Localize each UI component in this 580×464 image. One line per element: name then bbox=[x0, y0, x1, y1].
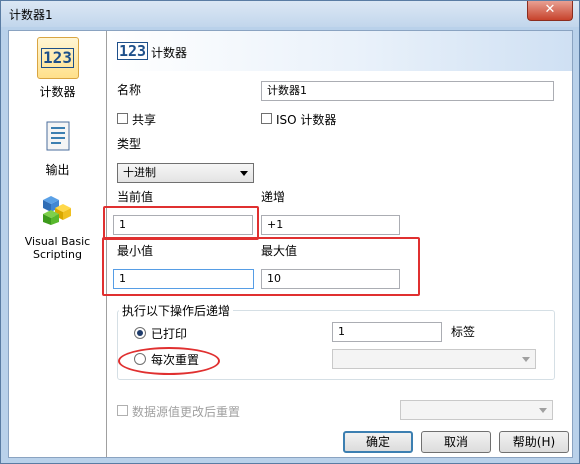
type-label: 类型 bbox=[117, 137, 142, 151]
page-title: 计数器 bbox=[151, 46, 188, 60]
vbscript-icon bbox=[37, 189, 79, 231]
datasource-reset-checkbox[interactable] bbox=[117, 405, 128, 416]
name-label: 名称 bbox=[117, 83, 142, 97]
type-select-value: 十进制 bbox=[123, 166, 156, 179]
current-value-label: 当前值 bbox=[117, 190, 154, 204]
main-panel: 123 计数器 名称 计数器1 共享 ISO 计数器 类型 十进制 当前值 递增… bbox=[107, 31, 572, 457]
iso-counter-checkbox[interactable] bbox=[261, 113, 272, 124]
shared-label: 共享 bbox=[132, 113, 157, 127]
ok-button[interactable]: 确定 bbox=[343, 431, 413, 453]
reset-label: 每次重置 bbox=[151, 353, 200, 367]
type-select[interactable]: 十进制 bbox=[117, 163, 254, 183]
min-value-label: 最小值 bbox=[117, 244, 154, 258]
max-value-label: 最大值 bbox=[261, 244, 298, 258]
chevron-down-icon bbox=[240, 171, 248, 176]
reset-select[interactable] bbox=[332, 349, 536, 369]
sidebar-item-vbscript[interactable]: Visual Basic Scripting bbox=[9, 189, 106, 261]
name-field[interactable]: 计数器1 bbox=[261, 81, 554, 101]
increment-label: 递增 bbox=[261, 190, 286, 204]
chevron-down-icon bbox=[522, 357, 530, 362]
current-value-field[interactable]: 1 bbox=[113, 215, 253, 235]
sidebar: 123 计数器 输出 Visual Basic Scripting bbox=[9, 31, 107, 457]
printed-label: 已打印 bbox=[151, 327, 188, 341]
increment-field[interactable]: +1 bbox=[261, 215, 400, 235]
chevron-down-icon bbox=[539, 408, 547, 413]
sidebar-item-label: 输出 bbox=[45, 163, 70, 177]
iso-counter-label: ISO 计数器 bbox=[276, 113, 337, 127]
sidebar-item-label: Visual Basic Scripting bbox=[24, 235, 91, 261]
dialog-client: 123 计数器 输出 Visual Basic Scripting 123 计数… bbox=[8, 30, 573, 458]
help-button[interactable]: 帮助(H) bbox=[499, 431, 569, 453]
printed-count-field[interactable]: 1 bbox=[332, 322, 442, 342]
counter-icon: 123 bbox=[117, 42, 149, 60]
tag-label: 标签 bbox=[451, 325, 476, 339]
shared-checkbox[interactable] bbox=[117, 113, 128, 124]
increment-group bbox=[117, 310, 555, 380]
datasource-reset-label: 数据源值更改后重置 bbox=[132, 405, 241, 419]
sidebar-item-counter[interactable]: 123 计数器 bbox=[9, 37, 106, 100]
increment-group-title: 执行以下操作后递增 bbox=[119, 302, 234, 319]
close-button[interactable]: ✕ bbox=[527, 1, 573, 21]
panel-header: 123 计数器 bbox=[107, 31, 572, 71]
max-value-field[interactable]: 10 bbox=[261, 269, 400, 289]
min-value-field[interactable]: 1 bbox=[113, 269, 254, 289]
sidebar-item-label: 计数器 bbox=[39, 85, 76, 99]
cancel-button[interactable]: 取消 bbox=[421, 431, 491, 453]
datasource-select[interactable] bbox=[400, 400, 553, 420]
printed-radio[interactable] bbox=[134, 327, 146, 339]
window-title: 计数器1 bbox=[9, 8, 53, 22]
dialog-window: 计数器1 ✕ 123 计数器 输出 Visual Basic Scripting… bbox=[0, 0, 580, 464]
output-icon bbox=[37, 115, 79, 157]
counter-icon: 123 bbox=[36, 37, 79, 79]
reset-radio[interactable] bbox=[134, 353, 146, 365]
sidebar-item-output[interactable]: 输出 bbox=[9, 115, 106, 178]
title-bar[interactable]: 计数器1 ✕ bbox=[1, 1, 579, 27]
